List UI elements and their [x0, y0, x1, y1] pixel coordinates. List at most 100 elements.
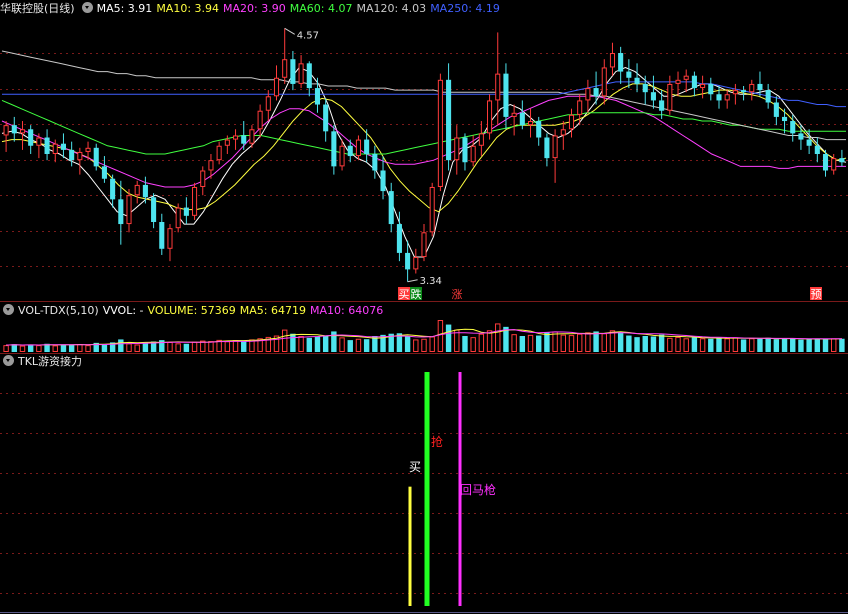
volume-bar — [617, 331, 624, 352]
volume-bar — [60, 344, 67, 352]
volume-bar — [757, 338, 763, 352]
volume-bar — [175, 343, 181, 353]
candle — [446, 79, 452, 161]
indicator-bar — [408, 486, 412, 606]
volume-bar — [798, 339, 804, 352]
volume-bar — [634, 337, 640, 352]
volume-bar — [118, 339, 124, 352]
candle — [126, 195, 132, 225]
volume-bar — [667, 337, 673, 353]
volume-bar — [142, 342, 149, 352]
candle — [798, 133, 804, 140]
volume-bar — [314, 336, 321, 352]
candle — [822, 154, 829, 171]
candle — [831, 158, 837, 171]
candle — [151, 197, 157, 222]
candle — [159, 222, 165, 249]
candle — [765, 90, 771, 103]
candle — [724, 94, 730, 101]
high-marker — [284, 27, 295, 35]
candle — [347, 145, 353, 157]
volume-bar — [134, 344, 140, 353]
indicator-bar — [424, 372, 430, 606]
volume-bar — [536, 335, 542, 352]
candle — [3, 125, 9, 136]
volume-bar — [806, 339, 812, 352]
volume-bar — [765, 337, 771, 352]
ma20-line — [1, 95, 846, 188]
candle — [405, 252, 411, 270]
candle — [568, 114, 575, 130]
volume-bar — [27, 344, 34, 352]
candle — [585, 88, 591, 101]
volume-bar — [601, 333, 607, 352]
candle — [634, 77, 640, 84]
volume-bar — [363, 339, 370, 352]
candle — [110, 178, 116, 200]
candle — [19, 129, 26, 134]
volume-bar — [691, 337, 698, 352]
candle — [314, 88, 321, 105]
candle — [650, 92, 656, 101]
volume-bar — [11, 344, 17, 352]
volume-bar — [495, 323, 501, 352]
volume-bar — [183, 343, 190, 352]
volume-bar — [732, 337, 739, 353]
candle — [183, 207, 189, 216]
candle — [372, 154, 378, 171]
volume-bar — [85, 345, 91, 352]
candle — [790, 121, 796, 134]
candle — [355, 139, 361, 157]
volume-bar — [831, 338, 837, 352]
signal-tag-text: 涨 — [452, 288, 463, 301]
volume-bar — [429, 336, 435, 353]
volume-bar — [642, 336, 648, 352]
volume-bar — [593, 331, 599, 352]
candle — [519, 112, 525, 126]
volume-bar — [544, 332, 550, 352]
candle — [200, 170, 206, 187]
candle — [675, 79, 681, 84]
candle — [683, 75, 689, 80]
volume-bar — [576, 333, 583, 353]
candle — [265, 96, 271, 111]
candle — [413, 257, 419, 270]
volume-bar — [470, 337, 476, 352]
candle — [257, 110, 263, 130]
candle — [814, 145, 820, 154]
volume-bar — [52, 345, 58, 353]
volume-bar — [421, 338, 427, 353]
candle — [667, 83, 673, 111]
candle — [101, 166, 107, 179]
volume-bar — [413, 339, 419, 352]
volume-bar — [224, 341, 231, 352]
candle — [77, 151, 83, 161]
volume-bar — [478, 333, 485, 353]
volume-bar — [814, 338, 821, 352]
candle — [732, 90, 738, 95]
signal-tag-text: 跌 — [411, 287, 422, 301]
volume-bar — [445, 324, 452, 352]
volume-bar — [511, 334, 517, 352]
candle — [306, 63, 312, 89]
candle — [503, 73, 509, 117]
volume-bar — [404, 336, 411, 352]
candle — [495, 73, 501, 101]
volume-bar — [208, 341, 214, 352]
low-label: 3.34 — [420, 276, 442, 287]
volume-bar — [568, 335, 575, 353]
volume-bar — [699, 338, 706, 352]
candle — [44, 137, 50, 154]
candle — [700, 83, 706, 89]
volume-bar — [19, 345, 26, 353]
volume-bar — [322, 335, 329, 352]
candle — [290, 59, 296, 84]
volume-bar — [347, 340, 353, 352]
volume-bar — [281, 329, 288, 353]
candle — [11, 125, 17, 134]
indicator-label: 抢 — [431, 434, 443, 449]
volume-bar — [790, 338, 796, 352]
volume-bar — [781, 338, 788, 352]
candle — [577, 100, 583, 115]
kline-chart[interactable]: 4.573.34买跌涨预买抢回马枪 — [0, 0, 848, 614]
